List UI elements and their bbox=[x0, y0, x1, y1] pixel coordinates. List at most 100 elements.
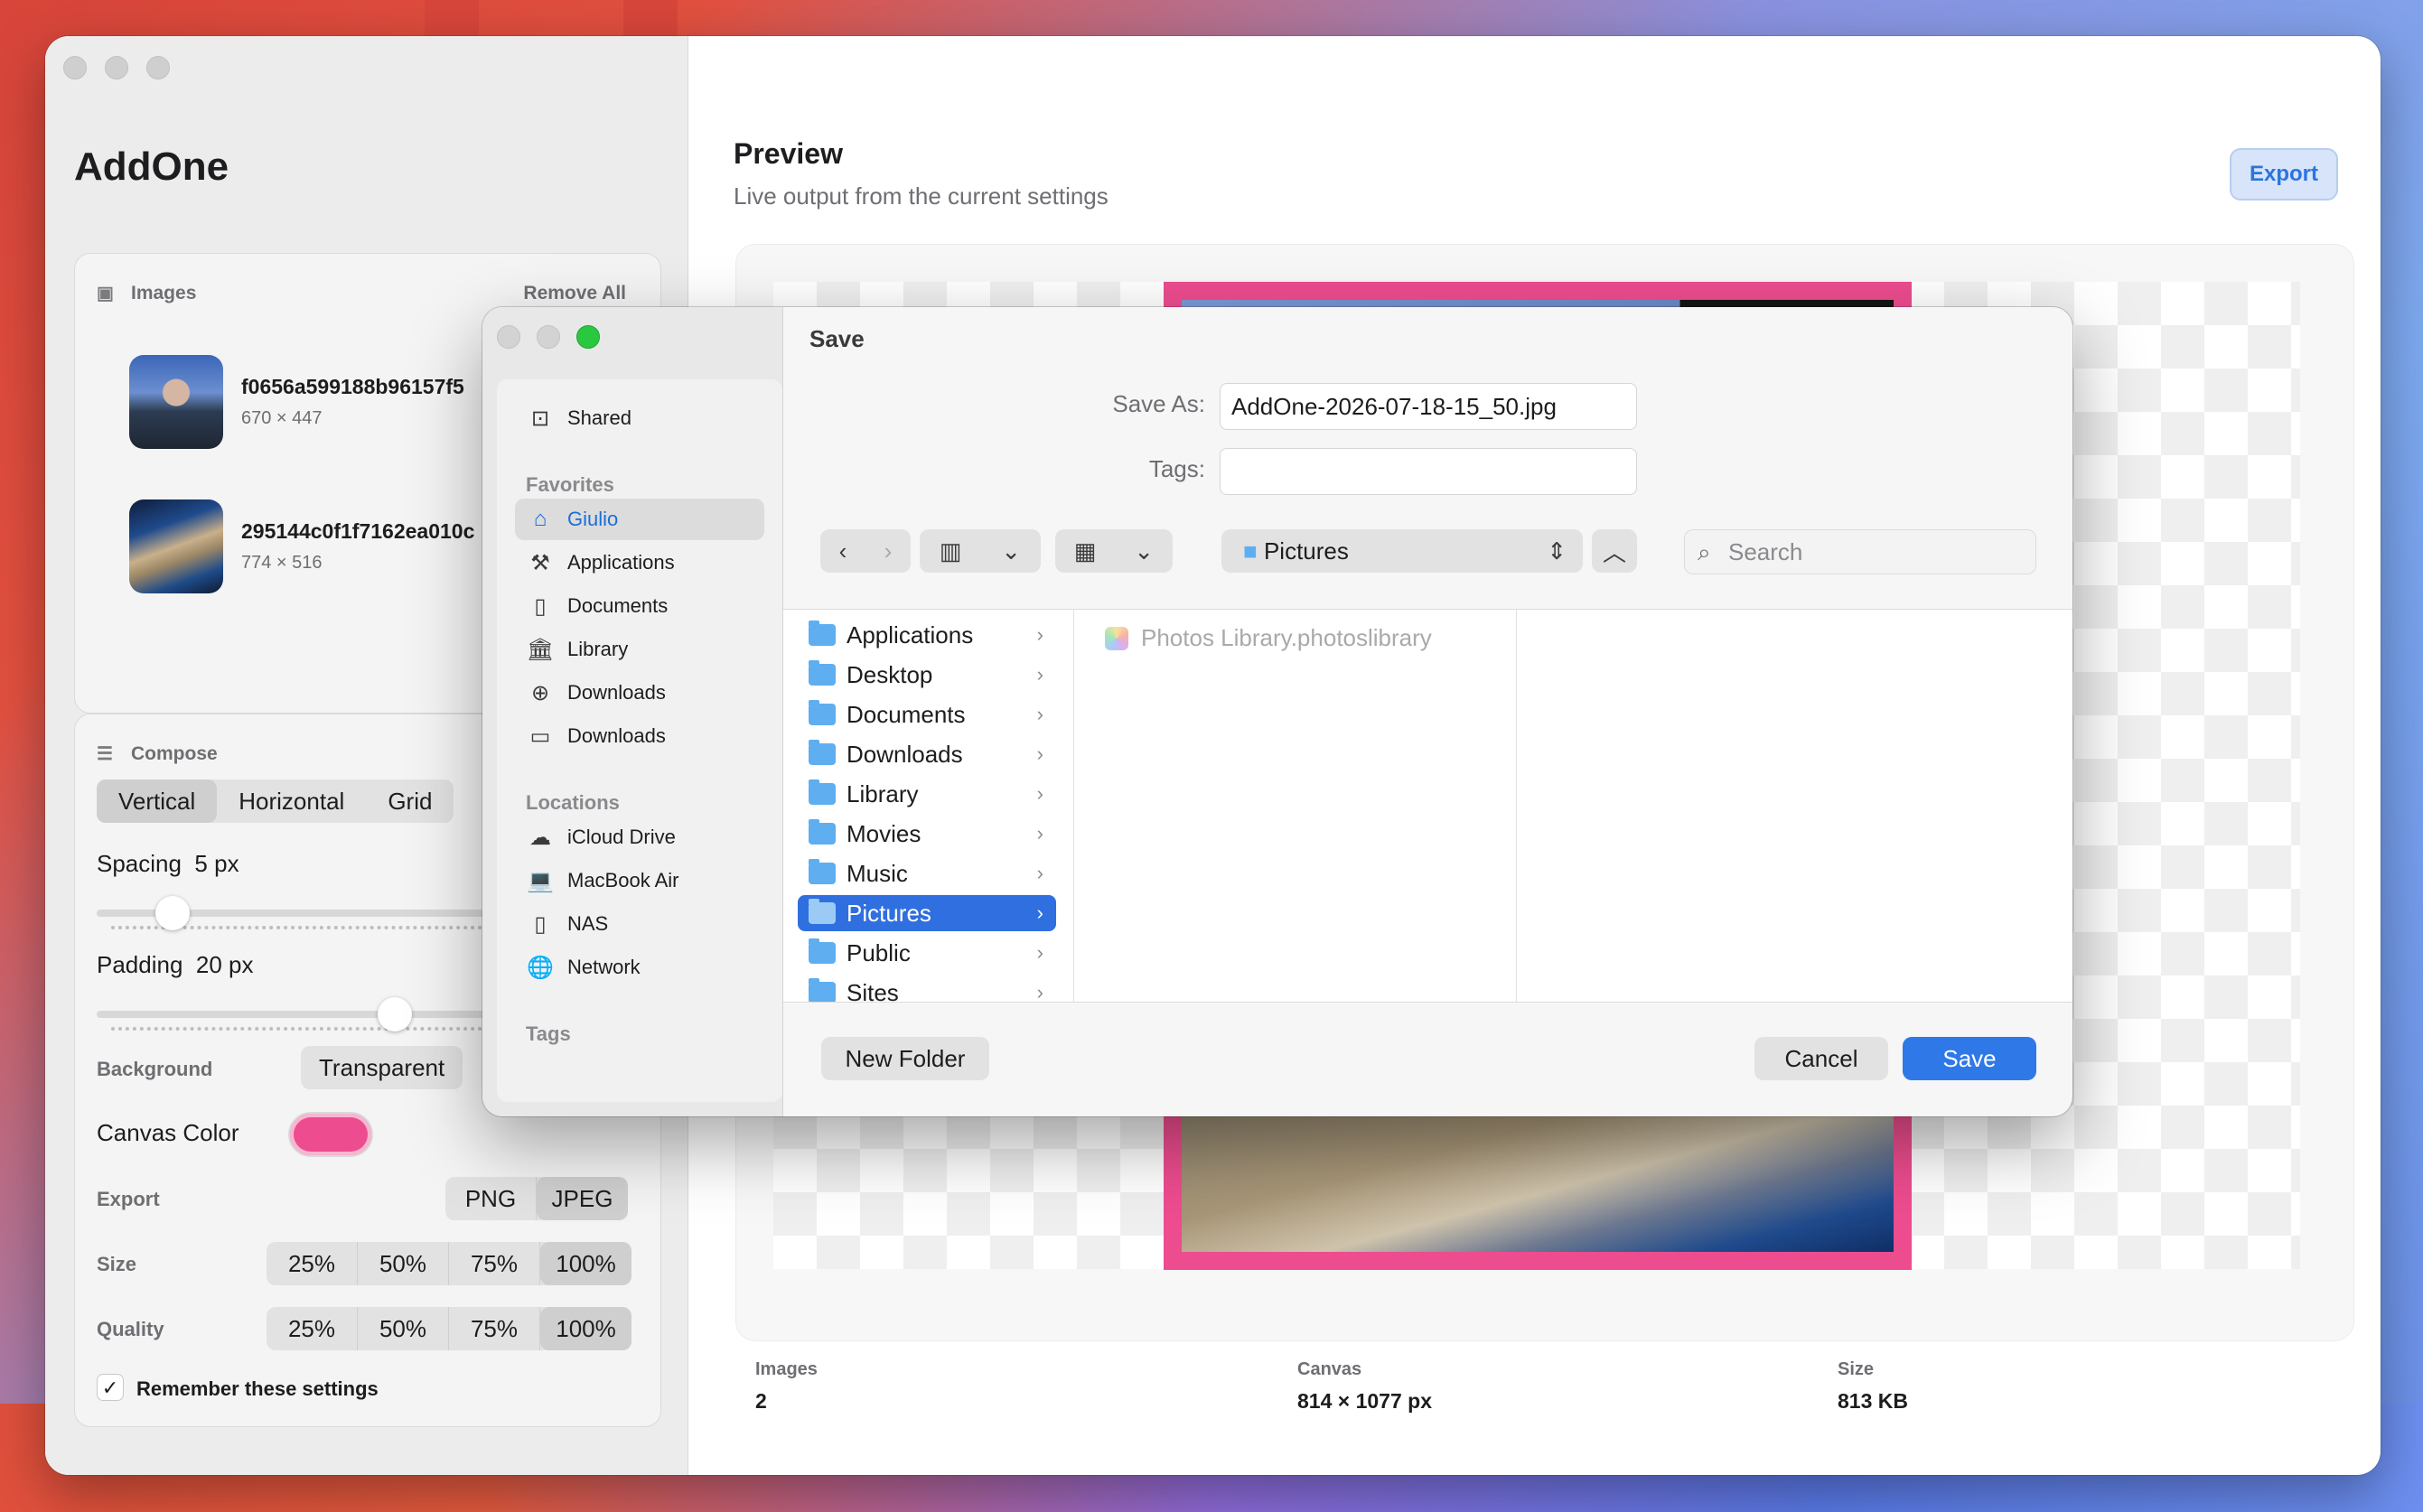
layout-grid[interactable]: Grid bbox=[366, 779, 454, 823]
sidebar-item-label: NAS bbox=[567, 912, 609, 935]
save-as-field[interactable]: AddOne-2026-07-18-15_50.jpg bbox=[1220, 383, 1637, 430]
dialog-zoom-button[interactable] bbox=[576, 325, 600, 349]
laptop-icon: 💻 bbox=[527, 868, 554, 893]
quality-control: 25% 50% 75% 100% bbox=[267, 1307, 631, 1350]
applications-icon: ⚒ bbox=[530, 550, 550, 575]
forward-icon[interactable]: › bbox=[884, 537, 893, 565]
sidebar-item-documents[interactable]: ▯ Documents bbox=[515, 585, 764, 627]
stat-images: Images 2 bbox=[755, 1359, 818, 1414]
search-input[interactable]: ⌕ Search bbox=[1684, 529, 2036, 574]
grid-view-icon: ▦ bbox=[1073, 537, 1097, 565]
list-item[interactable]: Public › bbox=[798, 935, 1056, 971]
sidebar-item-downloads-folder[interactable]: ▭ Downloads bbox=[515, 715, 764, 757]
sidebar-item-label: Downloads bbox=[567, 681, 666, 704]
cancel-button[interactable]: Cancel bbox=[1754, 1037, 1888, 1080]
list-item[interactable]: Sites › bbox=[798, 975, 1056, 1003]
dialog-close-button[interactable] bbox=[497, 325, 520, 349]
up-down-chevron-icon: ⇕ bbox=[1547, 537, 1567, 565]
dialog-minimize-button[interactable] bbox=[537, 325, 560, 349]
export-png-option[interactable]: PNG bbox=[445, 1177, 537, 1220]
zoom-button[interactable] bbox=[146, 56, 170, 79]
list-item: Photos Library.photoslibrary bbox=[1105, 624, 1432, 652]
size-option[interactable]: 75% bbox=[449, 1242, 540, 1285]
save-button[interactable]: Save bbox=[1903, 1037, 2036, 1080]
sidebar-item-label: MacBook Air bbox=[567, 869, 679, 891]
list-item[interactable]: f0656a599188b96157f5 670 × 447 bbox=[129, 355, 464, 449]
new-folder-button[interactable]: New Folder bbox=[821, 1037, 989, 1080]
list-item[interactable]: Movies › bbox=[798, 816, 1056, 852]
canvas-color-label: Canvas Color bbox=[97, 1119, 239, 1146]
padding-slider-knob[interactable] bbox=[378, 997, 412, 1031]
sidebar-item-label: Network bbox=[567, 956, 641, 978]
close-button[interactable] bbox=[63, 56, 87, 79]
layout-segmented-control: Vertical Horizontal Grid bbox=[97, 779, 454, 823]
layout-vertical[interactable]: Vertical bbox=[97, 779, 218, 823]
minimize-button[interactable] bbox=[105, 56, 128, 79]
sidebar-item-applications[interactable]: ⚒ Applications bbox=[515, 542, 764, 583]
sidebar-item-label: Library bbox=[567, 638, 629, 660]
quality-option[interactable]: 100% bbox=[540, 1307, 631, 1350]
list-item[interactable]: Pictures › bbox=[798, 895, 1056, 931]
list-item[interactable]: Documents › bbox=[798, 696, 1056, 733]
spacing-slider-knob[interactable] bbox=[155, 896, 190, 930]
sidebar-item-library[interactable]: 🏛 Library bbox=[515, 629, 764, 670]
list-item[interactable]: Library › bbox=[798, 776, 1056, 812]
file-name: Photos Library.photoslibrary bbox=[1141, 624, 1432, 651]
image-thumbnail bbox=[129, 499, 223, 593]
dialog-title: Save bbox=[809, 325, 865, 352]
sliders-icon: ☰ bbox=[97, 744, 113, 764]
folder-icon bbox=[809, 859, 836, 884]
layout-horizontal[interactable]: Horizontal bbox=[217, 779, 366, 823]
location-popup[interactable]: ■ Pictures ⇕ bbox=[1221, 529, 1583, 573]
background-transparent-button[interactable]: Transparent bbox=[301, 1046, 463, 1089]
quality-option[interactable]: 25% bbox=[267, 1307, 358, 1350]
view-mode-button[interactable]: ▥ ⌄ bbox=[920, 529, 1041, 573]
sidebar-item-downloads[interactable]: ⊕ Downloads bbox=[515, 672, 764, 714]
padding-label-text: Padding bbox=[97, 951, 183, 978]
quality-option[interactable]: 50% bbox=[358, 1307, 449, 1350]
locations-header: Locations bbox=[526, 791, 620, 814]
export-button[interactable]: Export bbox=[2230, 148, 2338, 201]
export-jpeg-option[interactable]: JPEG bbox=[537, 1177, 628, 1220]
window-controls bbox=[63, 56, 170, 79]
save-dialog: ⊡ Shared Favorites ⌂ Giulio ⚒ Applicatio… bbox=[482, 307, 2072, 1116]
sidebar-item-network[interactable]: 🌐 Network bbox=[515, 947, 764, 988]
sidebar-item-nas[interactable]: ▯ NAS bbox=[515, 903, 764, 945]
sidebar-item-label: Downloads bbox=[567, 724, 666, 747]
collapse-button[interactable]: ︿ bbox=[1592, 529, 1637, 573]
sidebar-item-giulio[interactable]: ⌂ Giulio bbox=[515, 499, 764, 540]
remove-all-button[interactable]: Remove All bbox=[523, 283, 626, 304]
back-icon[interactable]: ‹ bbox=[839, 537, 847, 565]
size-option[interactable]: 50% bbox=[358, 1242, 449, 1285]
compose-header-label: Compose bbox=[131, 743, 218, 764]
columns-view-icon: ▥ bbox=[939, 537, 962, 565]
chevron-right-icon: › bbox=[1036, 663, 1043, 686]
chevron-right-icon: › bbox=[1036, 623, 1043, 646]
list-item[interactable]: 295144c0f1f7162ea010c 774 × 516 bbox=[129, 499, 474, 593]
images-header: ▣ Images bbox=[97, 283, 196, 304]
size-option[interactable]: 25% bbox=[267, 1242, 358, 1285]
tags-field[interactable] bbox=[1220, 448, 1637, 495]
size-option[interactable]: 100% bbox=[540, 1242, 631, 1285]
folder-name: Sites bbox=[847, 978, 899, 1003]
export-label: Export bbox=[97, 1188, 160, 1210]
canvas-color-swatch[interactable] bbox=[290, 1114, 371, 1155]
remember-checkbox[interactable]: ✓ bbox=[97, 1374, 124, 1401]
sidebar-item-icloud[interactable]: ☁ iCloud Drive bbox=[515, 817, 764, 858]
group-mode-button[interactable]: ▦ ⌄ bbox=[1055, 529, 1173, 573]
quality-option[interactable]: 75% bbox=[449, 1307, 540, 1350]
list-item[interactable]: Downloads › bbox=[798, 736, 1056, 772]
preview-image-2 bbox=[1182, 1102, 1894, 1252]
folder-icon: ▭ bbox=[529, 723, 551, 749]
shared-folder-icon: ⊡ bbox=[530, 406, 550, 431]
tags-header: Tags bbox=[526, 1022, 571, 1045]
folder-icon: ■ bbox=[1243, 537, 1258, 565]
list-item[interactable]: Applications › bbox=[798, 617, 1056, 653]
sidebar-item-macbook[interactable]: 💻 MacBook Air bbox=[515, 860, 764, 901]
app-title: AddOne bbox=[74, 145, 229, 189]
list-item[interactable]: Music › bbox=[798, 855, 1056, 891]
folder-name: Movies bbox=[847, 819, 921, 847]
sidebar-item-shared[interactable]: ⊡ Shared bbox=[515, 397, 764, 439]
folder-icon bbox=[809, 899, 836, 924]
list-item[interactable]: Desktop › bbox=[798, 657, 1056, 693]
